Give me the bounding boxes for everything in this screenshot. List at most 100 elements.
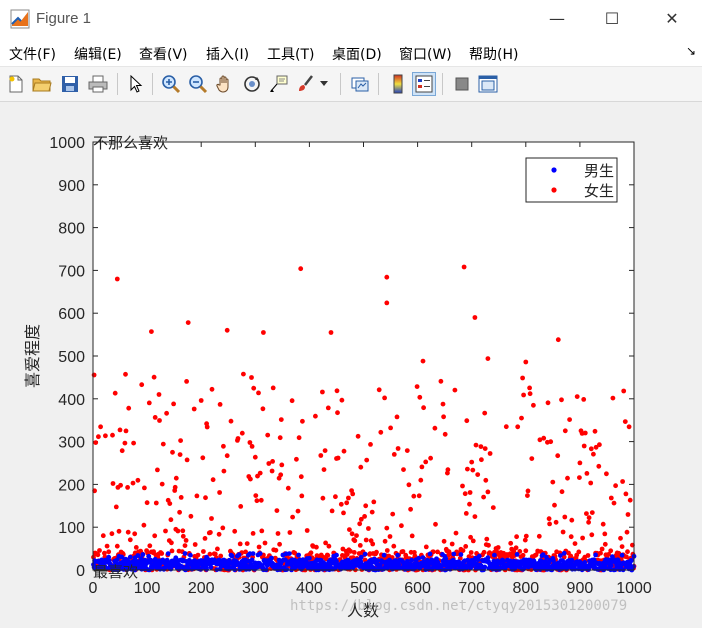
colorbar-icon[interactable] bbox=[386, 72, 410, 96]
data-point-female bbox=[467, 501, 472, 507]
menu-file[interactable]: 文件(F) bbox=[9, 44, 56, 64]
close-button[interactable]: ✕ bbox=[652, 6, 692, 32]
pan-hand-icon[interactable] bbox=[213, 72, 237, 96]
data-point-female bbox=[619, 544, 625, 549]
data-point-female bbox=[591, 451, 596, 457]
data-point-male bbox=[358, 554, 364, 560]
data-point-male bbox=[371, 556, 377, 562]
data-point-female bbox=[341, 448, 347, 454]
data-point-female bbox=[416, 493, 422, 499]
data-point-female bbox=[366, 526, 371, 531]
data-point-female bbox=[149, 329, 154, 334]
legend-marker-female bbox=[551, 187, 557, 193]
link-plot-icon[interactable] bbox=[348, 72, 372, 96]
data-point-female bbox=[335, 410, 340, 416]
data-point-female bbox=[182, 543, 188, 548]
open-folder-icon[interactable] bbox=[30, 72, 54, 96]
menu-insert[interactable]: 插入(I) bbox=[206, 44, 249, 64]
data-point-female bbox=[168, 517, 174, 523]
menu-window[interactable]: 窗口(W) bbox=[399, 44, 452, 64]
data-point-female bbox=[527, 385, 532, 391]
data-point-female bbox=[314, 544, 319, 550]
data-point-female bbox=[221, 468, 227, 474]
maximize-button[interactable]: ☐ bbox=[592, 6, 632, 32]
data-point-female bbox=[596, 463, 602, 469]
menu-edit[interactable]: 编辑(E) bbox=[74, 44, 122, 64]
pointer-icon[interactable] bbox=[124, 72, 148, 96]
data-point-female bbox=[613, 483, 618, 489]
data-point-male bbox=[561, 550, 567, 556]
data-point-female bbox=[503, 424, 509, 430]
data-point-female bbox=[170, 449, 175, 455]
data-point-male bbox=[334, 559, 339, 564]
data-point-female bbox=[100, 533, 106, 539]
hide-plot-tools-icon[interactable] bbox=[450, 72, 474, 96]
data-point-female bbox=[411, 493, 417, 499]
print-icon[interactable] bbox=[86, 72, 110, 96]
rotate-3d-icon[interactable] bbox=[240, 72, 264, 96]
window-title: Figure 1 bbox=[36, 10, 92, 27]
data-point-female bbox=[460, 483, 465, 489]
menu-tools[interactable]: 工具(T) bbox=[267, 44, 314, 64]
data-point-female bbox=[191, 406, 197, 412]
annotation-top: 不那么喜欢 bbox=[93, 134, 168, 152]
data-point-female bbox=[580, 535, 585, 541]
dock-arrow-icon[interactable]: ↘ bbox=[686, 44, 696, 58]
y-tick-label: 1000 bbox=[49, 135, 85, 152]
brush-dropdown-icon[interactable] bbox=[318, 72, 330, 96]
zoom-out-icon[interactable] bbox=[186, 72, 210, 96]
data-point-female bbox=[349, 531, 355, 537]
data-point-female bbox=[391, 543, 397, 549]
data-point-female bbox=[399, 523, 404, 529]
data-point-female bbox=[224, 453, 230, 459]
data-point-female bbox=[220, 525, 226, 531]
minimize-button[interactable]: — bbox=[537, 6, 577, 32]
save-icon[interactable] bbox=[58, 72, 82, 96]
data-point-female bbox=[625, 549, 630, 555]
data-point-female bbox=[192, 542, 198, 547]
data-point-female bbox=[159, 551, 165, 556]
data-point-male bbox=[608, 563, 614, 568]
menu-desktop[interactable]: 桌面(D) bbox=[332, 44, 382, 64]
data-point-female bbox=[116, 528, 122, 534]
data-point-female bbox=[445, 467, 451, 473]
data-point-female bbox=[485, 489, 491, 495]
data-point-female bbox=[259, 528, 265, 534]
show-plot-tools-icon[interactable] bbox=[476, 72, 500, 96]
data-point-female bbox=[139, 382, 145, 388]
data-point-female bbox=[274, 508, 280, 513]
toolbar-separator bbox=[378, 73, 379, 95]
data-point-female bbox=[252, 454, 258, 460]
data-point-female bbox=[515, 424, 521, 430]
data-point-female bbox=[627, 497, 633, 503]
data-point-female bbox=[270, 385, 276, 391]
legend[interactable]: 男生 女生 bbox=[525, 157, 618, 203]
data-point-female bbox=[565, 475, 570, 481]
data-point-female bbox=[374, 549, 379, 555]
data-point-female bbox=[378, 429, 384, 435]
legend-icon[interactable] bbox=[412, 72, 436, 96]
zoom-in-icon[interactable] bbox=[159, 72, 183, 96]
brush-icon[interactable] bbox=[294, 72, 318, 96]
data-point-female bbox=[568, 534, 574, 540]
data-point-female bbox=[195, 552, 201, 558]
data-point-female bbox=[95, 552, 101, 558]
menu-help[interactable]: 帮助(H) bbox=[469, 44, 518, 64]
data-point-female bbox=[584, 511, 589, 516]
data-point-female bbox=[414, 384, 420, 389]
data-point-female bbox=[125, 529, 131, 535]
data-point-male bbox=[619, 552, 625, 558]
data-point-female bbox=[582, 430, 588, 436]
menu-view[interactable]: 查看(V) bbox=[139, 44, 188, 64]
data-point-male bbox=[420, 555, 426, 560]
data-point-female bbox=[298, 266, 304, 272]
data-point-female bbox=[269, 468, 275, 474]
data-point-female bbox=[485, 356, 491, 361]
new-figure-icon[interactable] bbox=[4, 72, 28, 96]
data-point-female bbox=[418, 477, 424, 483]
y-tick-label: 100 bbox=[58, 520, 85, 537]
data-point-female bbox=[163, 528, 168, 534]
data-cursor-icon[interactable] bbox=[267, 72, 291, 96]
data-point-female bbox=[481, 494, 486, 500]
data-point-female bbox=[581, 443, 587, 449]
